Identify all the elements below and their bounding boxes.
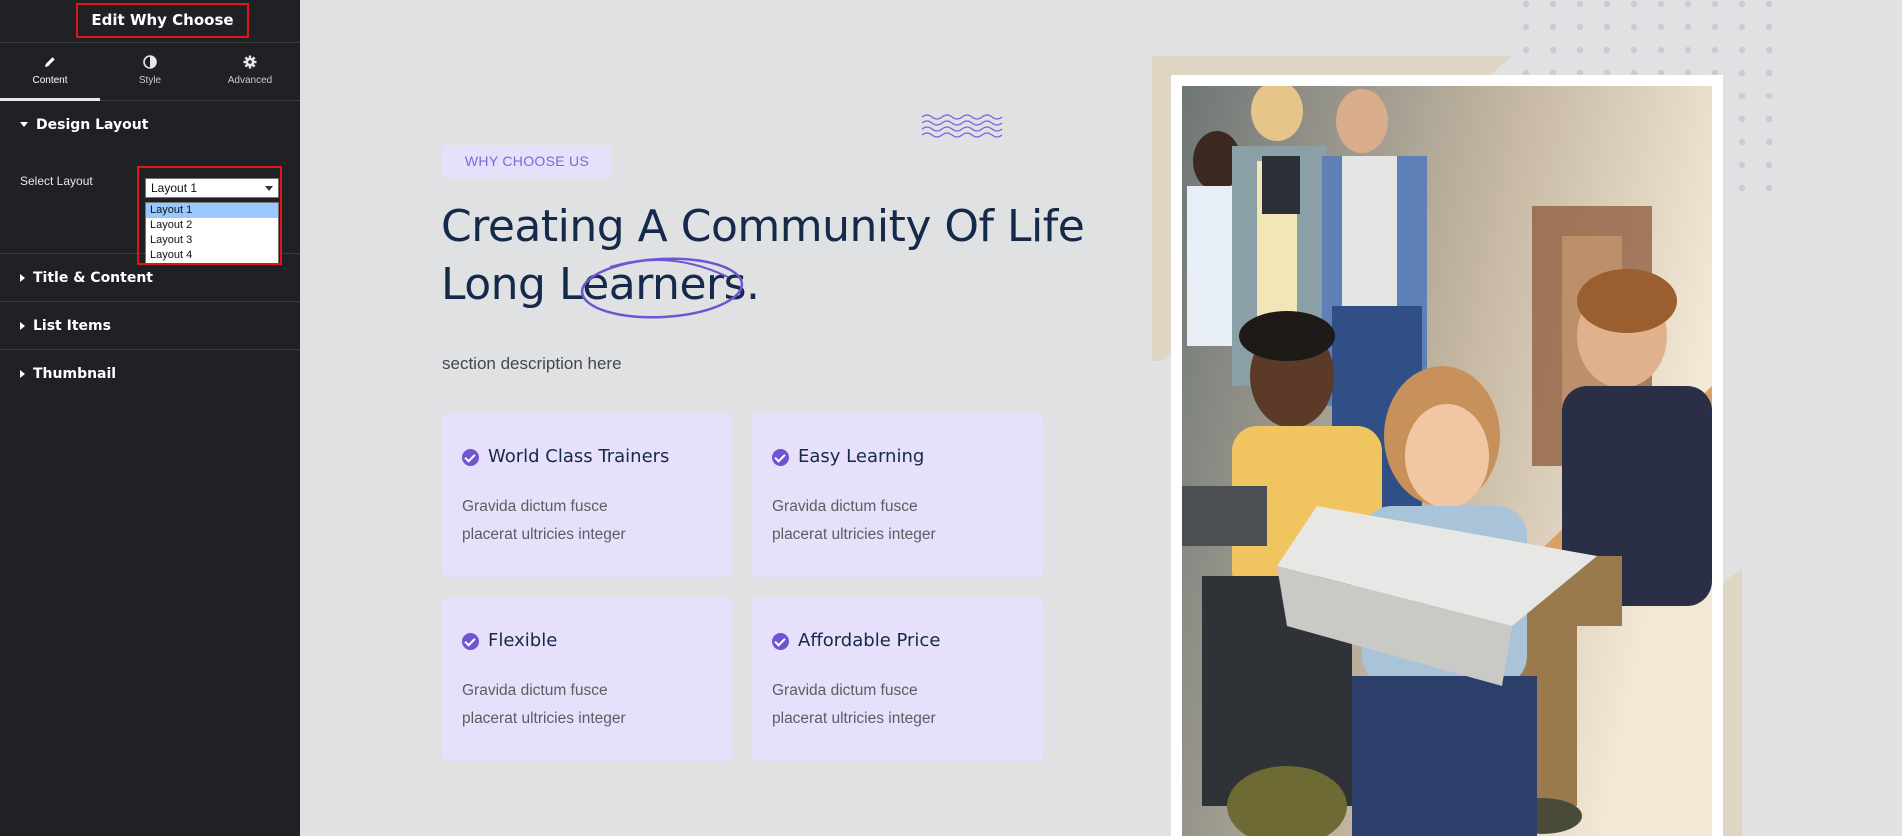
decor-dot [1738, 138, 1746, 146]
headline-line-2: Long Learners. [441, 259, 760, 310]
headline-line-1: Creating A Community Of Life [441, 201, 1085, 252]
decor-dot [1738, 23, 1746, 31]
caret-down-icon [20, 122, 28, 127]
section-list-items: List Items [0, 302, 300, 350]
section-design-layout-label: Design Layout [36, 116, 149, 133]
decor-dot [1549, 23, 1557, 31]
section-badge: WHY CHOOSE US [442, 145, 612, 178]
decor-dot [1684, 0, 1692, 8]
decor-dot [1738, 69, 1746, 77]
decor-dot [1738, 46, 1746, 54]
decor-dot [1657, 46, 1665, 54]
decor-dot [1657, 0, 1665, 8]
section-thumbnail-header[interactable]: Thumbnail [0, 350, 300, 397]
decor-dot [1765, 92, 1773, 100]
decor-dot [1522, 0, 1530, 8]
caret-right-icon [20, 273, 25, 282]
tab-style[interactable]: Style [100, 43, 200, 100]
section-design-layout-header[interactable]: Design Layout [0, 101, 300, 148]
panel-tabs: Content Style Advanced [0, 43, 300, 101]
decor-dot [1765, 138, 1773, 146]
decor-dot [1603, 46, 1611, 54]
decor-dot [1738, 115, 1746, 123]
feature-card: Flexible Gravida dictum fusce placerat u… [442, 597, 733, 761]
editor-panel: Edit Why Choose Content Style Advanced D… [0, 0, 300, 836]
feature-card: Easy Learning Gravida dictum fusce place… [752, 413, 1043, 577]
section-list-items-label: List Items [33, 317, 111, 334]
decor-dot [1630, 46, 1638, 54]
students-photo-frame [1171, 75, 1723, 836]
decor-dot [1630, 0, 1638, 8]
decor-dot [1765, 69, 1773, 77]
decor-dot [1738, 161, 1746, 169]
decor-dot [1522, 46, 1530, 54]
decor-dot [1738, 92, 1746, 100]
select-layout-label: Select Layout [20, 174, 93, 188]
section-headline: Creating A Community Of Life Long Learne… [441, 198, 1141, 314]
section-thumbnail-label: Thumbnail [33, 365, 117, 382]
section-list-items-header[interactable]: List Items [0, 302, 300, 349]
decor-dot [1576, 23, 1584, 31]
preview-canvas: WHY CHOOSE US Creating A Community Of Li… [300, 0, 1902, 836]
decor-dot [1765, 23, 1773, 31]
tab-advanced-label: Advanced [227, 75, 273, 86]
decor-dot [1738, 184, 1746, 192]
decor-dot [1711, 0, 1719, 8]
check-circle-icon [772, 633, 789, 650]
decor-dot [1657, 23, 1665, 31]
decor-dot [1711, 23, 1719, 31]
decor-dot [1603, 0, 1611, 8]
tab-content-label: Content [32, 75, 68, 86]
students-photo [1182, 86, 1712, 836]
decor-dot [1684, 46, 1692, 54]
section-title-content-label: Title & Content [33, 269, 153, 286]
feature-card-text: Gravida dictum fusce placerat ultricies … [462, 498, 626, 543]
feature-card-title: Affordable Price [798, 630, 941, 651]
select-highlight-box [137, 166, 282, 265]
decor-dot [1738, 0, 1746, 8]
decor-dot [1576, 46, 1584, 54]
scribble-circle-icon [580, 257, 744, 319]
pencil-icon [45, 57, 55, 67]
feature-card: World Class Trainers Gravida dictum fusc… [442, 413, 733, 577]
wave-decoration-icon [921, 114, 1003, 138]
feature-card-text: Gravida dictum fusce placerat ultricies … [462, 682, 626, 727]
decor-dot [1765, 184, 1773, 192]
beige-accent-shape [1720, 568, 1742, 836]
feature-card: Affordable Price Gravida dictum fusce pl… [752, 597, 1043, 761]
caret-right-icon [20, 369, 25, 378]
decor-dot [1576, 0, 1584, 8]
decor-dot [1549, 46, 1557, 54]
feature-card-title: Easy Learning [798, 446, 925, 467]
decor-dot [1765, 0, 1773, 8]
decor-dot [1630, 23, 1638, 31]
panel-header: Edit Why Choose [0, 0, 300, 43]
section-thumbnail: Thumbnail [0, 350, 300, 397]
feature-card-title: Flexible [488, 630, 558, 651]
tab-content[interactable]: Content [0, 43, 100, 101]
decor-dot [1549, 0, 1557, 8]
decor-dot [1522, 23, 1530, 31]
decor-dot [1765, 115, 1773, 123]
decor-dot [1765, 46, 1773, 54]
section-description: section description here [442, 354, 622, 373]
panel-title: Edit Why Choose [76, 3, 249, 38]
decor-dot [1765, 161, 1773, 169]
gear-icon [243, 55, 257, 69]
feature-card-text: Gravida dictum fusce placerat ultricies … [772, 498, 936, 543]
check-circle-icon [772, 449, 789, 466]
check-circle-icon [462, 449, 479, 466]
decor-dot [1603, 23, 1611, 31]
tab-advanced[interactable]: Advanced [200, 43, 300, 100]
tab-style-label: Style [138, 75, 162, 86]
decor-dot [1684, 23, 1692, 31]
feature-card-text: Gravida dictum fusce placerat ultricies … [772, 682, 936, 727]
caret-right-icon [20, 321, 25, 330]
half-circle-icon [143, 55, 157, 69]
check-circle-icon [462, 633, 479, 650]
feature-card-title: World Class Trainers [488, 446, 670, 467]
decor-dot [1711, 46, 1719, 54]
